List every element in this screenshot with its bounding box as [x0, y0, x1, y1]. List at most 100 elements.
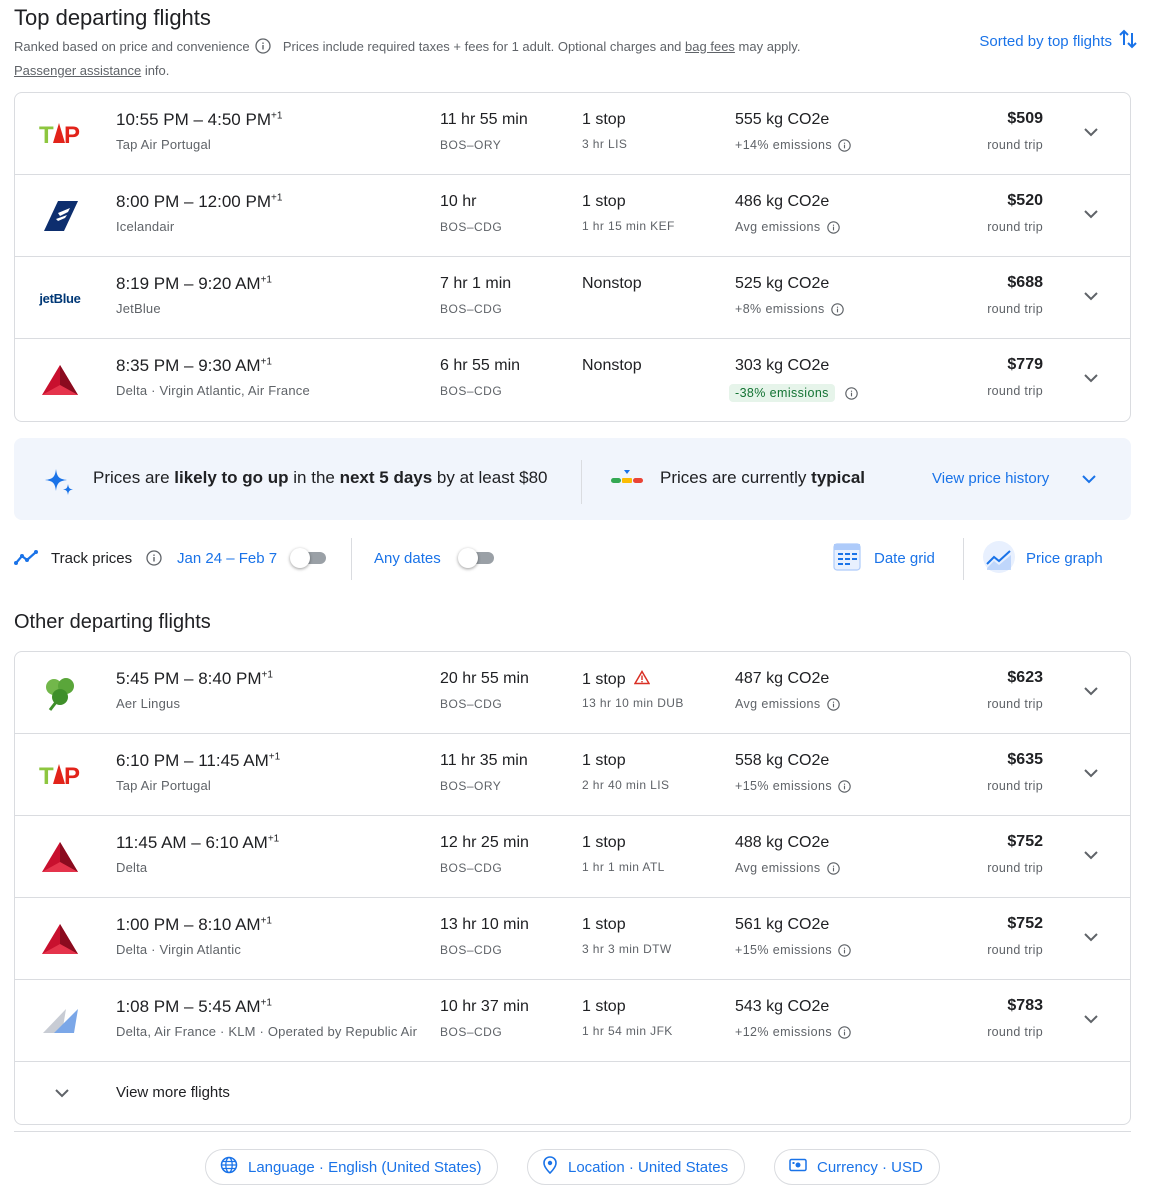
trend-line-icon	[14, 549, 40, 567]
bag-fees-link[interactable]: bag fees	[685, 39, 735, 54]
flight-duration: 13 hr 10 min	[440, 916, 529, 933]
view-price-history-button[interactable]: View price history	[932, 470, 1049, 487]
flight-price: $520	[1007, 192, 1043, 209]
price-graph-button[interactable]: Price graph	[1026, 550, 1103, 567]
stops-label: 1 stop	[582, 671, 626, 688]
flight-price: $623	[1007, 669, 1043, 686]
airline-name: Tap Air Portugal	[116, 137, 211, 152]
flight-row[interactable]: 8:35 PM – 9:30 AM+1 Delta · Virgin Atlant…	[15, 339, 1130, 421]
expand-chevron-icon[interactable]	[1082, 123, 1100, 141]
svg-text:T: T	[39, 122, 54, 149]
flight-row[interactable]: 1:00 PM – 8:10 AM+1 Delta · Virgin Atlant…	[15, 898, 1130, 980]
price-level-text: Prices are currently typical	[660, 468, 865, 488]
co2-emissions: 488 kg CO2e	[735, 834, 830, 851]
next-day-indicator: +1	[260, 997, 272, 1009]
flight-row[interactable]: 1:08 PM – 5:45 AM+1 Delta, Air France · K…	[15, 980, 1130, 1062]
currency-label: Currency · USD	[817, 1158, 923, 1176]
expand-chevron-icon[interactable]	[1082, 764, 1100, 782]
co2-emissions: 487 kg CO2e	[735, 670, 830, 687]
info-icon[interactable]	[838, 779, 851, 793]
flight-row[interactable]: T P 10:55 PM – 4:50 PM+1 Tap Air Portugal 11…	[15, 93, 1130, 175]
may-apply-text: may apply.	[738, 39, 801, 54]
flight-times: 11:45 AM – 6:10 AM+1	[116, 833, 279, 853]
info-icon[interactable]	[830, 302, 844, 316]
expand-chevron-icon[interactable]	[1082, 1010, 1100, 1028]
info-icon[interactable]	[255, 38, 271, 59]
airline-name: Delta	[116, 860, 148, 875]
stop-count: 1 stop	[582, 111, 626, 129]
expand-chevron-icon[interactable]	[1082, 928, 1100, 946]
next-day-indicator: +1	[260, 915, 272, 927]
emissions-label: +15% emissions	[735, 779, 832, 793]
info-icon[interactable]	[146, 550, 162, 566]
tracker-divider	[351, 538, 352, 580]
emissions-label: +8% emissions	[735, 302, 825, 316]
location-button[interactable]: Location · United States	[527, 1149, 746, 1185]
flight-times: 6:10 PM – 11:45 AM+1	[116, 751, 280, 771]
chevron-down-icon[interactable]	[1080, 470, 1098, 493]
chevron-down-icon	[53, 1084, 71, 1107]
trip-type: round trip	[987, 384, 1043, 398]
info-icon[interactable]	[838, 138, 851, 152]
flight-duration: 6 hr 55 min	[440, 357, 521, 374]
price-level-value: typical	[811, 468, 866, 487]
flight-times: 8:19 PM – 9:20 AM+1	[116, 274, 272, 294]
expand-chevron-icon[interactable]	[1082, 205, 1100, 223]
expand-chevron-icon[interactable]	[1082, 287, 1100, 305]
price-prediction-text: Prices are likely to go up in the next 5…	[93, 468, 548, 488]
warning-icon[interactable]	[633, 670, 650, 690]
track-prices-label: Track prices	[51, 550, 133, 567]
flight-row[interactable]: 8:00 PM – 12:00 PM+1 Icelandair 10 hr BOS–C…	[15, 175, 1130, 257]
flight-route: BOS–ORY	[440, 779, 502, 793]
date-grid-button[interactable]: Date grid	[874, 550, 935, 567]
prediction-days: next 5 days	[339, 468, 433, 487]
emissions-label: -38% emissions	[729, 384, 835, 402]
view-more-flights-button[interactable]: View more flights	[15, 1062, 1130, 1124]
flight-price: $688	[1007, 274, 1043, 291]
passenger-assistance-link[interactable]: Passenger assistance	[14, 63, 141, 78]
any-dates-toggle[interactable]	[458, 547, 494, 568]
flight-duration: 10 hr	[440, 193, 477, 210]
info-icon[interactable]	[838, 1025, 851, 1039]
flight-route: BOS–CDG	[440, 943, 503, 957]
language-button[interactable]: Language · English (United States)	[205, 1149, 499, 1185]
departure-arrival-times: 1:00 PM – 8:10 AM	[116, 915, 261, 934]
info-icon[interactable]	[826, 220, 840, 234]
info-icon[interactable]	[845, 386, 858, 400]
sort-arrows-icon	[1118, 28, 1138, 54]
expand-chevron-icon[interactable]	[1082, 846, 1100, 864]
flight-price: $752	[1007, 915, 1043, 932]
co2-emissions: 303 kg CO2e	[735, 357, 830, 374]
flight-price: $783	[1007, 997, 1043, 1014]
info-icon[interactable]	[826, 861, 840, 875]
flight-row[interactable]: T P 6:10 PM – 11:45 AM+1 Tap Air Portugal 11…	[15, 734, 1130, 816]
trip-type: round trip	[987, 779, 1043, 793]
expand-chevron-icon[interactable]	[1082, 369, 1100, 387]
airline-logo	[39, 836, 81, 878]
flight-row[interactable]: jetBlue 8:19 PM – 9:20 AM+1 JetBlue 7 hr 1 …	[15, 257, 1130, 339]
airline-name: Icelandair	[116, 219, 175, 234]
departure-arrival-times: 5:45 PM – 8:40 PM	[116, 669, 262, 688]
flight-route: BOS–CDG	[440, 302, 503, 316]
next-day-indicator: +1	[260, 274, 272, 286]
flight-row[interactable]: 11:45 AM – 6:10 AM+1 Delta 12 hr 25 min BOS…	[15, 816, 1130, 898]
departure-arrival-times: 11:45 AM – 6:10 AM	[116, 833, 268, 852]
info-icon[interactable]	[838, 943, 851, 957]
track-prices-toggle[interactable]	[290, 547, 326, 568]
stops-label: Nonstop	[582, 357, 642, 374]
emissions-label: Avg emissions	[735, 697, 821, 711]
flight-duration: 20 hr 55 min	[440, 670, 529, 687]
passenger-assistance-line: Passenger assistance info.	[14, 63, 1130, 78]
stops-label: 1 stop	[582, 111, 626, 128]
tracked-dates[interactable]: Jan 24 – Feb 7	[177, 550, 277, 567]
stops-label: 1 stop	[582, 834, 626, 851]
stop-count: Nonstop	[582, 275, 642, 293]
airline-logo	[39, 672, 81, 714]
layover-info: 1 hr 15 min KEF	[582, 219, 675, 233]
expand-chevron-icon[interactable]	[1082, 682, 1100, 700]
info-icon[interactable]	[826, 697, 840, 711]
flight-row[interactable]: 5:45 PM – 8:40 PM+1 Aer Lingus 20 hr 55 mi…	[15, 652, 1130, 734]
stop-count: 1 stop	[582, 834, 626, 852]
currency-button[interactable]: Currency · USD	[774, 1149, 940, 1185]
sort-button[interactable]: Sorted by top flights	[979, 28, 1138, 54]
